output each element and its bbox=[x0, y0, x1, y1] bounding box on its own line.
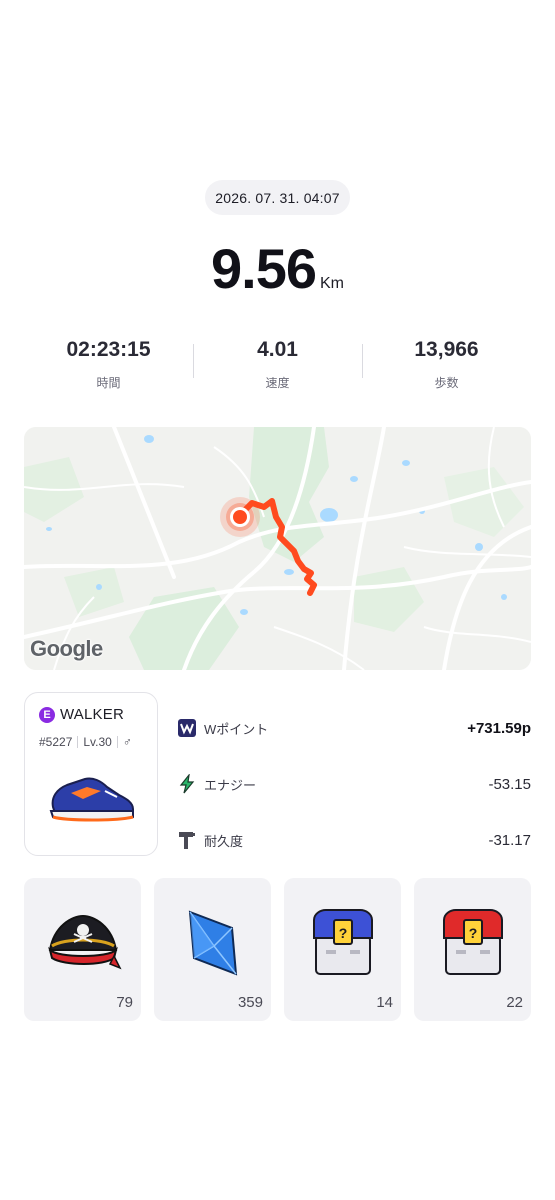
sneaker-icon bbox=[49, 777, 134, 822]
items-row: 79 359 ? 14 ? 22 bbox=[24, 878, 531, 1021]
item-card-gem[interactable]: 359 bbox=[154, 878, 271, 1021]
distance-display: 9.56 Km bbox=[0, 236, 555, 301]
reward-row-durability: 耐久度 -31.17 bbox=[176, 812, 531, 868]
distance-unit: Km bbox=[320, 275, 344, 292]
stat-steps: 13,966 歩数 bbox=[362, 336, 531, 396]
red-chest-icon: ? bbox=[443, 909, 503, 975]
distance-value: 9.56 bbox=[211, 237, 317, 300]
walker-meta: #5227 Lv.30 ♂ bbox=[39, 735, 132, 749]
stat-time-label: 時間 bbox=[96, 376, 121, 390]
map-canvas bbox=[24, 427, 531, 670]
google-logo: Google bbox=[30, 636, 103, 661]
stat-speed-value: 4.01 bbox=[257, 338, 298, 361]
divider bbox=[77, 736, 79, 748]
reward-value: +731.59p bbox=[467, 719, 531, 737]
rewards-list: Wポイント +731.59p エナジー -53.15 耐久度 -31.17 bbox=[176, 700, 531, 868]
stat-speed-label: 速度 bbox=[265, 376, 290, 390]
e-badge-icon: E bbox=[39, 706, 55, 723]
reward-label: Wポイント bbox=[204, 721, 269, 737]
walker-id: #5227 bbox=[39, 735, 73, 749]
gender-icon: ♂ bbox=[122, 735, 132, 749]
walker-card[interactable]: E WALKER #5227 Lv.30 ♂ bbox=[24, 692, 158, 856]
blue-chest-icon: ? bbox=[313, 909, 373, 975]
walker-name: WALKER bbox=[60, 706, 124, 723]
walker-level: Lv.30 bbox=[83, 735, 112, 749]
route-map[interactable]: Google bbox=[24, 427, 531, 670]
item-card-red-chest[interactable]: ? 22 bbox=[414, 878, 531, 1021]
reward-value: -31.17 bbox=[488, 831, 531, 849]
blue-gem-icon bbox=[188, 910, 238, 976]
w-point-icon bbox=[176, 717, 198, 739]
svg-text:?: ? bbox=[469, 925, 478, 941]
walker-header: E WALKER bbox=[39, 706, 124, 723]
stat-steps-label: 歩数 bbox=[434, 376, 459, 390]
reward-row-wpoint: Wポイント +731.59p bbox=[176, 700, 531, 756]
stat-speed: 4.01 速度 bbox=[193, 336, 362, 396]
reward-value: -53.15 bbox=[488, 775, 531, 793]
stat-time: 02:23:15 時間 bbox=[24, 336, 193, 396]
hammer-icon bbox=[176, 829, 198, 851]
item-count: 359 bbox=[237, 994, 263, 1011]
pirate-hat-icon bbox=[48, 914, 122, 970]
item-count: 14 bbox=[376, 994, 393, 1011]
item-count: 79 bbox=[116, 994, 133, 1011]
reward-label: 耐久度 bbox=[204, 833, 244, 849]
reward-label: エナジー bbox=[204, 777, 257, 793]
item-card-pirate-hat[interactable]: 79 bbox=[24, 878, 141, 1021]
item-count: 22 bbox=[506, 994, 523, 1011]
reward-row-energy: エナジー -53.15 bbox=[176, 756, 531, 812]
stat-steps-value: 13,966 bbox=[414, 338, 479, 361]
lightning-icon bbox=[176, 773, 198, 795]
svg-text:?: ? bbox=[339, 925, 348, 941]
item-card-blue-chest[interactable]: ? 14 bbox=[284, 878, 401, 1021]
date-pill: 2026. 07. 31. 04:07 bbox=[205, 180, 350, 215]
activity-datetime: 2026. 07. 31. 04:07 bbox=[215, 189, 340, 206]
stat-time-value: 02:23:15 bbox=[66, 338, 151, 361]
stats-row: 02:23:15 時間 4.01 速度 13,966 歩数 bbox=[24, 336, 531, 396]
divider bbox=[116, 736, 118, 748]
